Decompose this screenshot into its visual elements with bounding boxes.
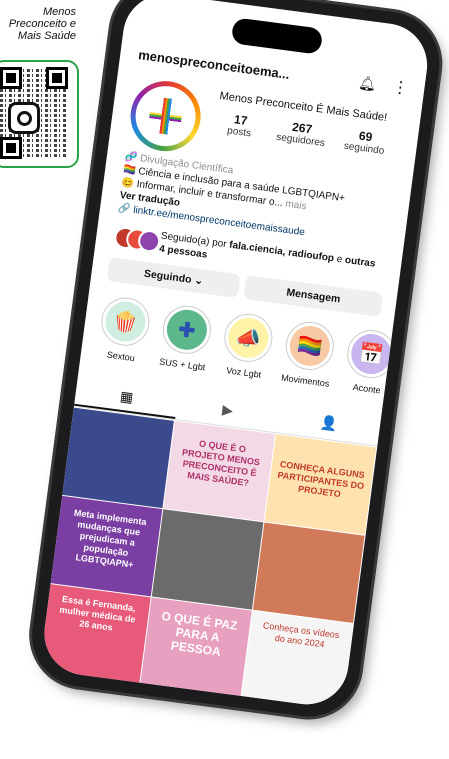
post-thumbnail[interactable]: CONHEÇA ALGUNS PARTICIPANTES DO PROJETO [264, 434, 377, 535]
caption-line-3: Mais Saúde [17, 30, 76, 42]
followed-by-suffix: e [335, 253, 343, 266]
highlight-label: Movimentos [280, 372, 330, 389]
qr-finder-pattern [0, 137, 22, 159]
rainbow-flag-icon: 🏳️‍🌈 [287, 323, 333, 369]
highlight-label: Aconte [352, 381, 382, 396]
stat-followers[interactable]: 267 seguidores [268, 117, 335, 150]
highlight-label: Voz Lgbt [225, 365, 262, 380]
post-thumbnail[interactable]: O QUE É PAZ PARA A PESSOA [140, 597, 252, 698]
post-caption: O QUE É PAZ PARA A PESSOA [160, 608, 239, 659]
stat-following[interactable]: 69 seguindo [332, 125, 399, 158]
calendar-icon: 📅 [348, 331, 394, 377]
post-thumbnail[interactable] [62, 407, 174, 509]
popcorn-icon: 🍿 [102, 299, 148, 345]
avatar-image [131, 82, 200, 150]
phone-screen: menospreconceitoema... 🔔︎ ⋮ Menos Precon… [39, 0, 433, 710]
highlight-sus-lgbt[interactable]: ✚ SUS + Lgbt [154, 302, 218, 373]
highlight-movimentos[interactable]: 🏳️‍🌈 Movimentos [277, 319, 341, 390]
highlight-ring: 📣 [221, 310, 276, 365]
profile-username[interactable]: menospreconceitoema... [137, 47, 290, 82]
post-thumbnail[interactable] [252, 522, 365, 623]
highlight-label: Sextou [106, 349, 136, 364]
highlight-voz-lgbt[interactable]: 📣 Voz Lgbt [215, 310, 279, 381]
post-caption: CONHEÇA ALGUNS PARTICIPANTES DO PROJETO [276, 459, 366, 500]
followed-by-names: fala.ciencia, radioufop [228, 239, 335, 265]
post-caption: Meta implementa mudanças que prejudicam … [73, 507, 148, 570]
post-thumbnail[interactable]: Essa é Fernanda, mulher médica de 26 ano… [39, 584, 151, 685]
post-caption: O QUE É O PROJETO MENOS PRECONCEITO É MA… [181, 438, 261, 489]
post-thumbnail[interactable]: Conheça os vídeos do ano 2024 [241, 610, 353, 710]
megaphone-icon: 📣 [225, 315, 271, 361]
bell-icon[interactable]: 🔔︎ [358, 74, 378, 93]
qr-code-card[interactable] [0, 60, 79, 168]
post-thumbnail[interactable]: Meta implementa mudanças que prejudicam … [50, 495, 163, 597]
caption: Menos Preconceito e Mais Saúde [0, 6, 76, 42]
bio-more-link[interactable]: mais [285, 199, 307, 213]
follower-avatars [113, 225, 162, 254]
phone-frame: menospreconceitoema... 🔔︎ ⋮ Menos Precon… [25, 0, 446, 723]
qr-finder-pattern [46, 67, 68, 89]
profile-avatar[interactable] [126, 76, 205, 156]
stat-posts[interactable]: 17 posts [207, 109, 274, 142]
highlight-label: SUS + Lgbt [158, 356, 206, 373]
rainbow-cross-logo [147, 96, 184, 137]
more-options-icon[interactable]: ⋮ [391, 77, 409, 99]
post-caption: Conheça os vídeos do ano 2024 [262, 620, 341, 650]
highlight-sextou[interactable]: 🍿 Sextou [92, 294, 156, 365]
highlight-ring: 🏳️‍🌈 [282, 319, 337, 373]
posts-grid: O QUE É O PROJETO MENOS PRECONCEITO É MA… [39, 407, 377, 710]
post-thumbnail[interactable]: O QUE É O PROJETO MENOS PRECONCEITO É MA… [163, 420, 276, 522]
highlight-ring: 🍿 [98, 294, 153, 349]
post-thumbnail[interactable] [151, 509, 264, 610]
cross-icon: ✚ [164, 307, 210, 353]
dynamic-island [230, 17, 324, 55]
highlight-aconte[interactable]: 📅 Aconte [338, 327, 402, 398]
caption-line-2: Preconceito e [8, 18, 76, 30]
instagram-icon [8, 102, 40, 134]
caption-line-1: Menos [42, 6, 76, 18]
highlight-ring: ✚ [159, 302, 214, 357]
tagged-tab-icon[interactable]: 👤 [277, 409, 380, 439]
post-caption: Essa é Fernanda, mulher médica de 26 ano… [58, 593, 137, 633]
qr-finder-pattern [0, 67, 22, 89]
highlight-ring: 📅 [344, 327, 399, 381]
reels-tab-icon[interactable]: ▶ [176, 395, 279, 425]
